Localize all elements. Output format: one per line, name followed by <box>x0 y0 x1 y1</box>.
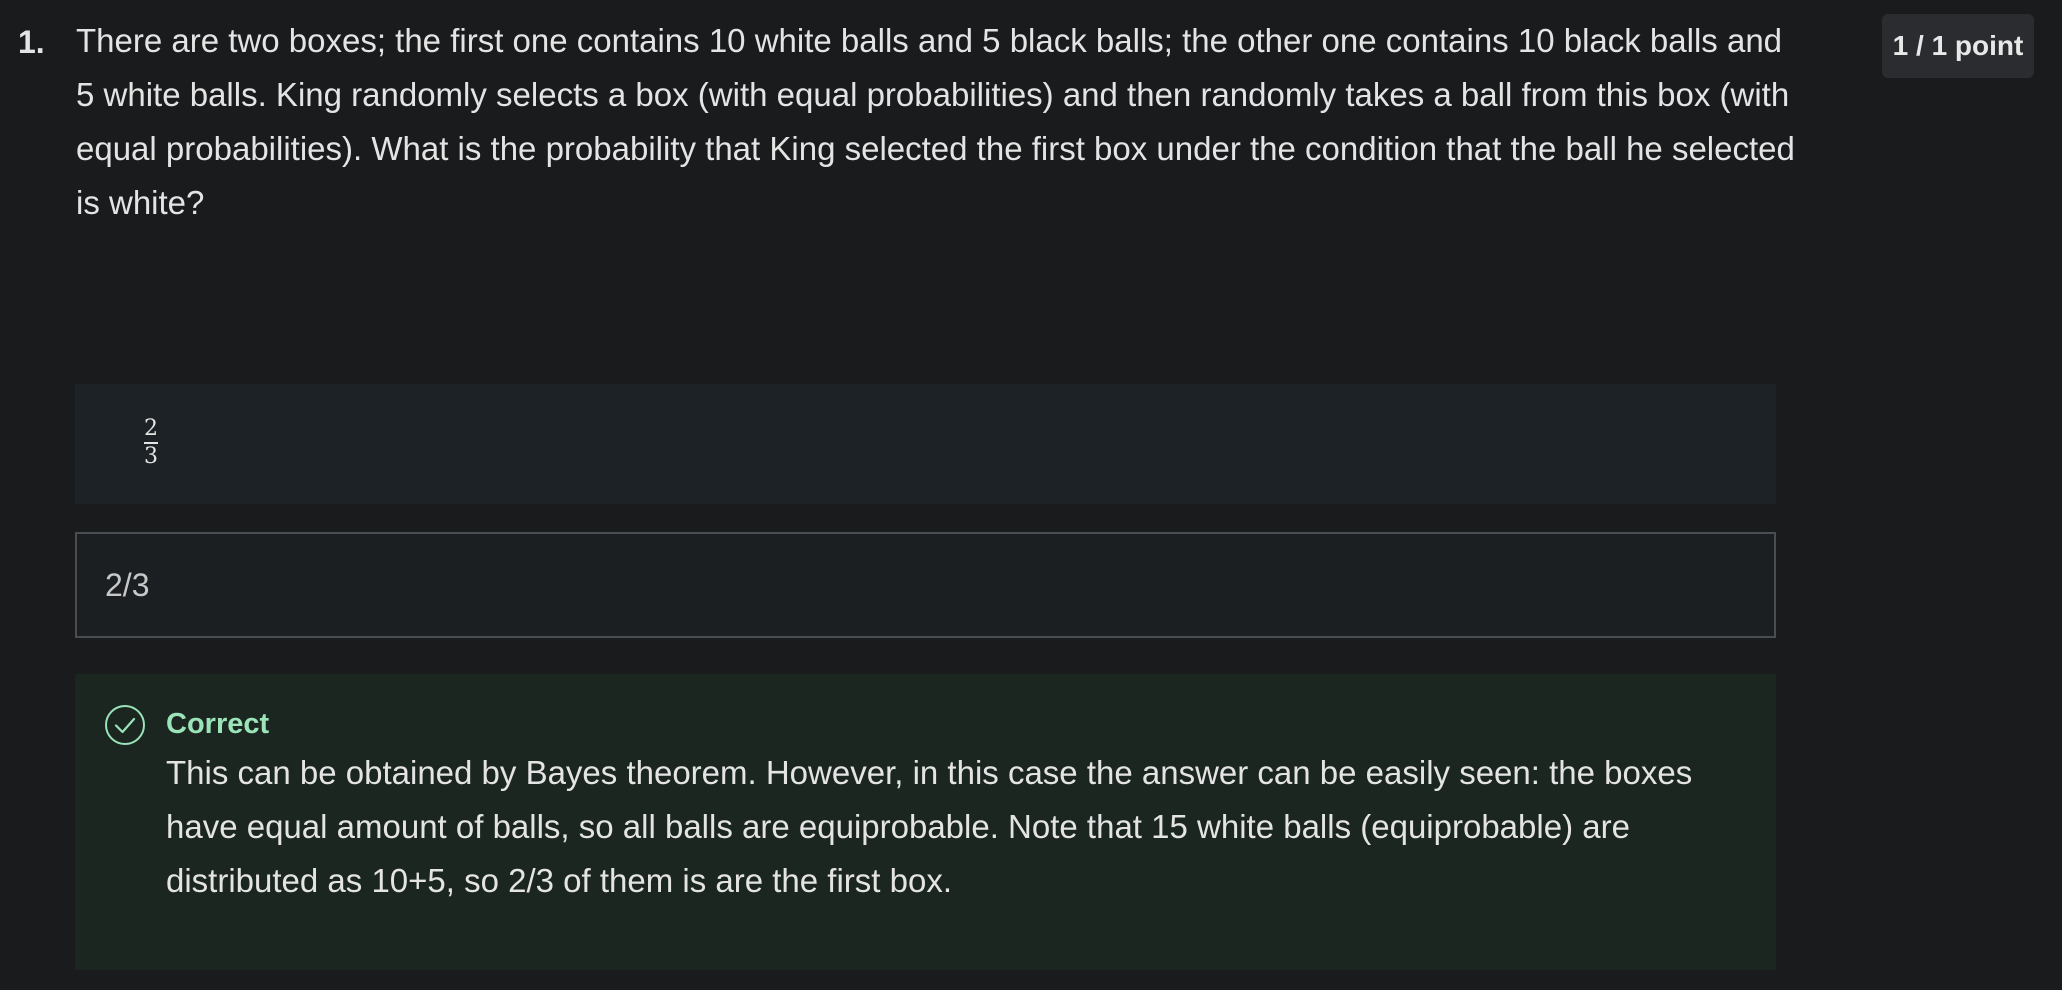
check-circle-icon <box>105 705 145 745</box>
answer-prompt-box <box>75 384 1776 504</box>
feedback-status: Correct <box>166 708 270 740</box>
question-number: 1. <box>18 24 45 60</box>
feedback-explanation: This can be obtained by Bayes theorem. H… <box>166 754 1693 899</box>
fraction: 2 3 <box>144 418 158 468</box>
fraction-denominator: 3 <box>144 444 158 469</box>
answer-input[interactable]: 2/3 <box>75 532 1776 638</box>
question-text: There are two boxes; the first one conta… <box>76 22 1795 221</box>
points-badge: 1 / 1 point <box>1882 14 2034 78</box>
fraction-numerator: 2 <box>144 416 158 441</box>
